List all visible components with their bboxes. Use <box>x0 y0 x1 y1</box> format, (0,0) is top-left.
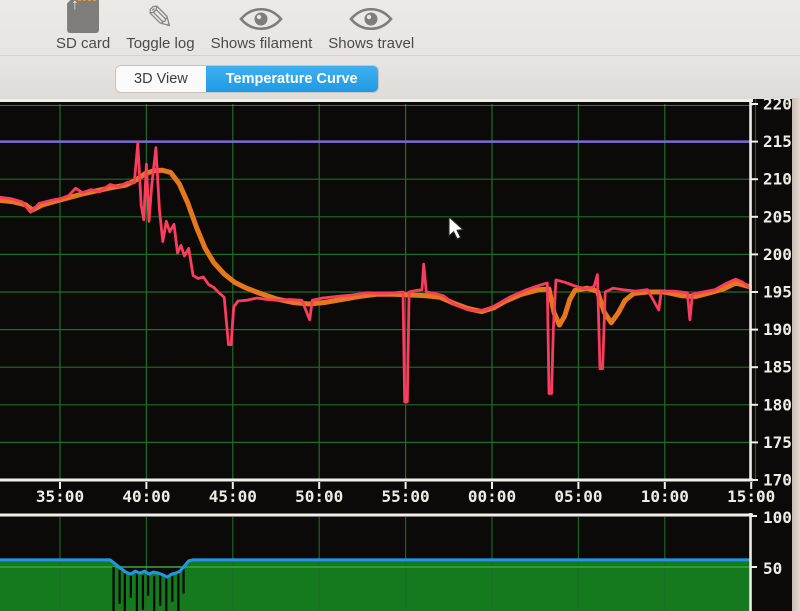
y-tick-label: 195 <box>763 283 792 302</box>
eye-icon <box>348 0 394 33</box>
chart-background <box>0 99 800 611</box>
tab-bar: 3D View Temperature Curve <box>0 55 800 99</box>
shows-travel-label: Shows travel <box>328 35 414 55</box>
y-tick-label: 175 <box>763 433 792 452</box>
y-tick-label: 220 <box>763 99 792 114</box>
x-tick-label: 00:00 <box>468 487 516 506</box>
shows-travel-button[interactable]: Shows travel <box>328 7 414 55</box>
screen-bezel-edge <box>792 98 800 611</box>
bottom-plot-top-border <box>0 514 753 517</box>
x-tick-label: 45:00 <box>209 487 257 506</box>
y-tick-label: 205 <box>763 207 792 226</box>
toolbar: ↑ SD card ✎ Toggle log Shows filament <box>0 0 800 55</box>
x-tick-label: 10:00 <box>641 487 689 506</box>
app-window: ↑ SD card ✎ Toggle log Shows filament <box>0 0 800 611</box>
x-tick-label: 35:00 <box>36 487 84 506</box>
tab-3d-view-label: 3D View <box>134 71 188 87</box>
shows-filament-label: Shows filament <box>211 35 313 55</box>
pencil-icon: ✎ <box>147 0 175 33</box>
bottom-y-tick-label: 50 <box>763 559 782 578</box>
toggle-log-button[interactable]: ✎ Toggle log <box>126 7 194 55</box>
tab-3d-view[interactable]: 3D View <box>116 66 206 92</box>
x-tick-label: 55:00 <box>382 487 430 506</box>
x-tick-label: 40:00 <box>122 487 170 506</box>
y-tick-label: 200 <box>763 245 792 264</box>
y-tick-label: 190 <box>763 320 792 339</box>
tab-temperature-curve[interactable]: Temperature Curve <box>206 66 378 92</box>
x-tick-label: 05:00 <box>554 487 602 506</box>
y-tick-label: 180 <box>763 395 792 414</box>
x-tick-label: 50:00 <box>295 487 343 506</box>
y-tick-label: 210 <box>763 170 792 189</box>
x-tick-label: 15:00 <box>727 487 775 506</box>
x-axis-line <box>0 479 753 482</box>
temperature-curve-chart: 35:00 40:00 45:00 50:00 55:00 00:00 05:00 10:00… <box>0 99 800 611</box>
toggle-log-label: Toggle log <box>126 35 194 55</box>
sd-card-button[interactable]: ↑ SD card <box>56 7 110 55</box>
shows-filament-button[interactable]: Shows filament <box>211 7 313 55</box>
y-tick-label: 185 <box>763 358 792 377</box>
plot-top-border <box>0 99 753 102</box>
sd-card-label: SD card <box>56 35 110 55</box>
bottom-y-tick-label: 100 <box>763 508 792 527</box>
sd-card-icon: ↑ <box>67 0 99 33</box>
eye-icon <box>238 0 284 33</box>
y-tick-label: 215 <box>763 132 792 151</box>
tab-temperature-curve-label: Temperature Curve <box>226 71 358 87</box>
y-tick-label: 170 <box>763 471 792 490</box>
x-axis-ticks: 35:00 40:00 45:00 50:00 55:00 00:00 05:00 10:00… <box>36 482 775 506</box>
